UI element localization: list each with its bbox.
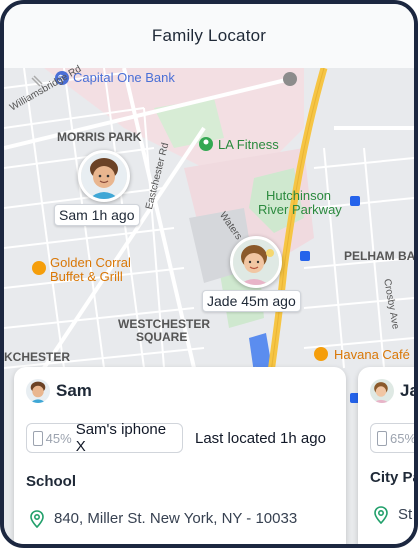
member-card-sam[interactable]: Sam 45% Sam's iphone X Last located 1h a…: [14, 367, 346, 544]
app-frame: Family Locator $ Capital One Bank MORRIS…: [0, 0, 418, 548]
device-chip[interactable]: 65%: [370, 423, 417, 453]
place-name: City Pa: [370, 469, 418, 486]
member-card-jade[interactable]: Ja 65% City Pa St: [358, 367, 418, 544]
location-pin-icon: [374, 506, 388, 529]
jade-card-avatar: [370, 379, 394, 403]
sam-marker-label[interactable]: Sam 1h ago: [54, 204, 140, 226]
map-label-capital-one: Capital One Bank: [73, 70, 175, 85]
address: 840, Miller St. New York, NY - 10033: [54, 510, 298, 527]
child-face-icon: [26, 379, 50, 403]
member-name: Sam: [56, 381, 92, 400]
location-pin-icon: [30, 510, 44, 533]
address: St: [398, 506, 413, 523]
page-title: Family Locator: [151, 26, 267, 45]
battery-level: 65%: [390, 430, 417, 446]
app-header: Family Locator: [4, 4, 414, 69]
device-name: Sam's iphone X: [75, 421, 167, 455]
map-view[interactable]: $ Capital One Bank MORRIS PARK LA Fitnes…: [4, 64, 416, 544]
last-located: Last located 1h ago: [195, 430, 326, 447]
map-label-hutchinson-1: Hutchinson: [266, 188, 332, 203]
map-label-hutchinson-2: River Parkway: [258, 202, 342, 217]
map-label-westchester-2: SQUARE: [136, 330, 188, 344]
jade-marker-label[interactable]: Jade 45m ago: [202, 290, 301, 312]
phone-icon: [33, 430, 43, 446]
map-label-westchester-1: WESTCHESTER: [118, 317, 211, 331]
map-label-pelham: PELHAM BA: [344, 249, 416, 263]
battery-level: 45%: [45, 430, 72, 446]
place-name: School: [26, 473, 77, 490]
member-name: Ja: [400, 381, 418, 400]
map-label-havana: Havana Café: [334, 347, 410, 362]
map-label-golden-corral-1: Golden Corral: [50, 255, 131, 270]
child-face-icon: [81, 153, 127, 199]
map-label-chester: KCHESTER: [4, 350, 71, 364]
child-face-icon: [233, 239, 279, 285]
phone-icon: [377, 430, 387, 446]
sam-marker-avatar[interactable]: [78, 150, 130, 202]
child-face-icon: [370, 379, 394, 403]
sam-card-avatar: [26, 379, 50, 403]
map-label-la-fitness: LA Fitness: [218, 137, 279, 152]
map-label-golden-corral-2: Buffet & Grill: [50, 269, 123, 284]
map-label-morris-park: MORRIS PARK: [57, 130, 142, 144]
device-chip[interactable]: 45% Sam's iphone X: [26, 421, 183, 455]
jade-marker-avatar[interactable]: [230, 236, 282, 288]
